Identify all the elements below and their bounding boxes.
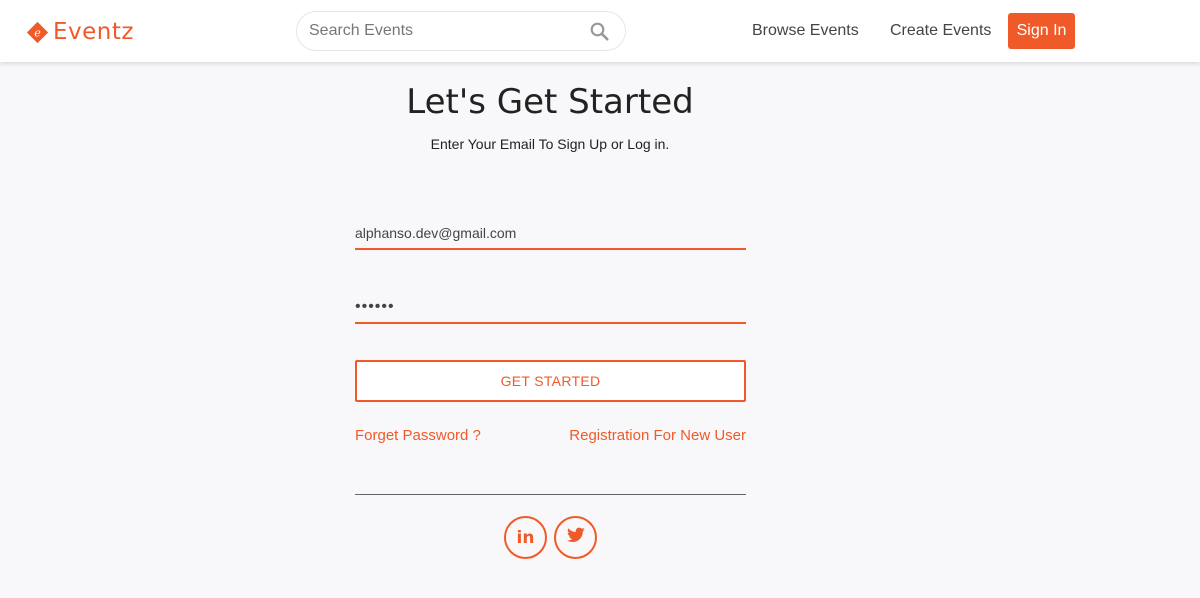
- logo-diamond-icon: e: [26, 21, 49, 44]
- search-box: [296, 11, 626, 51]
- email-field[interactable]: [355, 218, 746, 250]
- page-subtitle: Enter Your Email To Sign Up or Log in.: [430, 136, 670, 152]
- brand-name: Eventz: [53, 19, 134, 45]
- page-title: Let's Get Started: [406, 82, 694, 122]
- search-input[interactable]: [309, 12, 579, 50]
- nav-browse-events[interactable]: Browse Events: [752, 22, 859, 40]
- password-field[interactable]: [355, 292, 746, 324]
- search-icon[interactable]: [590, 22, 609, 41]
- nav-create-events[interactable]: Create Events: [890, 22, 991, 40]
- linkedin-icon: in: [516, 527, 535, 548]
- get-started-button[interactable]: GET STARTED: [355, 360, 746, 402]
- linkedin-button[interactable]: in: [504, 516, 547, 559]
- brand-logo[interactable]: e Eventz: [26, 19, 134, 45]
- register-link[interactable]: Registration For New User: [569, 427, 746, 444]
- twitter-icon: [566, 527, 585, 548]
- forgot-password-link[interactable]: Forget Password ?: [355, 427, 481, 444]
- top-navbar: e Eventz Browse Events Create Events Sig…: [0, 0, 1200, 62]
- twitter-button[interactable]: [554, 516, 597, 559]
- svg-text:e: e: [34, 26, 41, 39]
- sign-in-button[interactable]: Sign In: [1008, 13, 1075, 49]
- divider: [355, 494, 746, 495]
